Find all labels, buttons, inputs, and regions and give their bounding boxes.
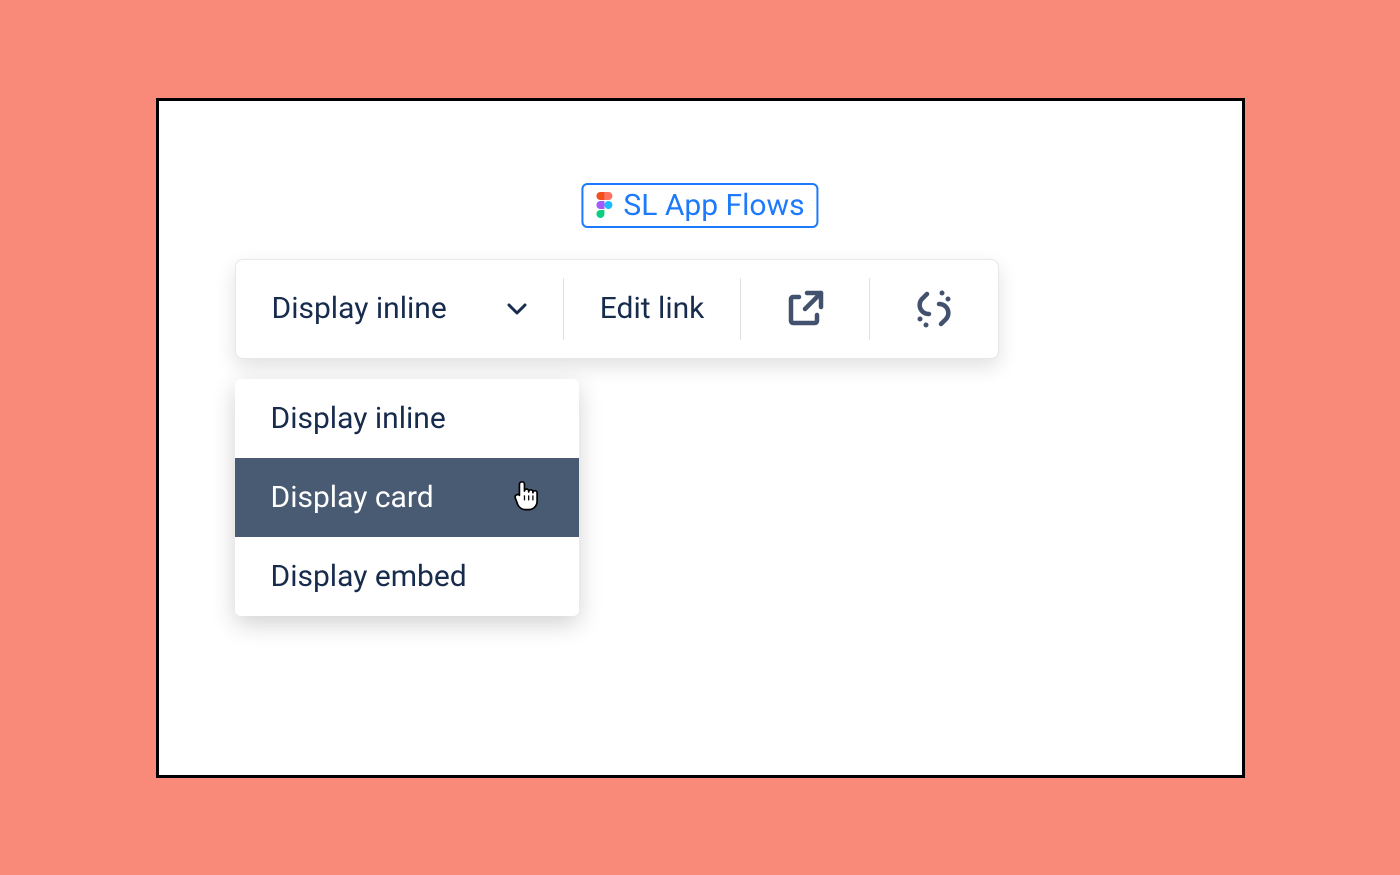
dropdown-item-label: Display card <box>271 480 434 515</box>
dropdown-item-inline[interactable]: Display inline <box>235 379 579 458</box>
edit-link-label: Edit link <box>600 291 705 326</box>
unlink-button[interactable] <box>870 260 998 358</box>
unlink-icon <box>912 287 956 331</box>
chevron-down-icon <box>507 299 527 319</box>
dropdown-item-embed[interactable]: Display embed <box>235 537 579 616</box>
display-mode-select[interactable]: Display inline <box>236 260 563 358</box>
figma-icon <box>595 192 613 218</box>
dropdown-item-label: Display embed <box>271 559 467 594</box>
external-link-icon <box>783 287 827 331</box>
open-link-button[interactable] <box>741 260 869 358</box>
demo-panel: SL App Flows Display inline Edit link <box>156 98 1245 778</box>
dropdown-item-card[interactable]: Display card <box>235 458 579 537</box>
display-mode-label: Display inline <box>272 291 447 326</box>
link-chip-label: SL App Flows <box>623 188 804 223</box>
dropdown-item-label: Display inline <box>271 401 446 436</box>
link-chip[interactable]: SL App Flows <box>581 183 818 228</box>
edit-link-button[interactable]: Edit link <box>564 260 741 358</box>
display-mode-dropdown: Display inline Display card Display embe… <box>235 379 579 616</box>
cursor-pointer-icon <box>511 481 543 513</box>
link-toolbar: Display inline Edit link <box>235 259 1000 359</box>
